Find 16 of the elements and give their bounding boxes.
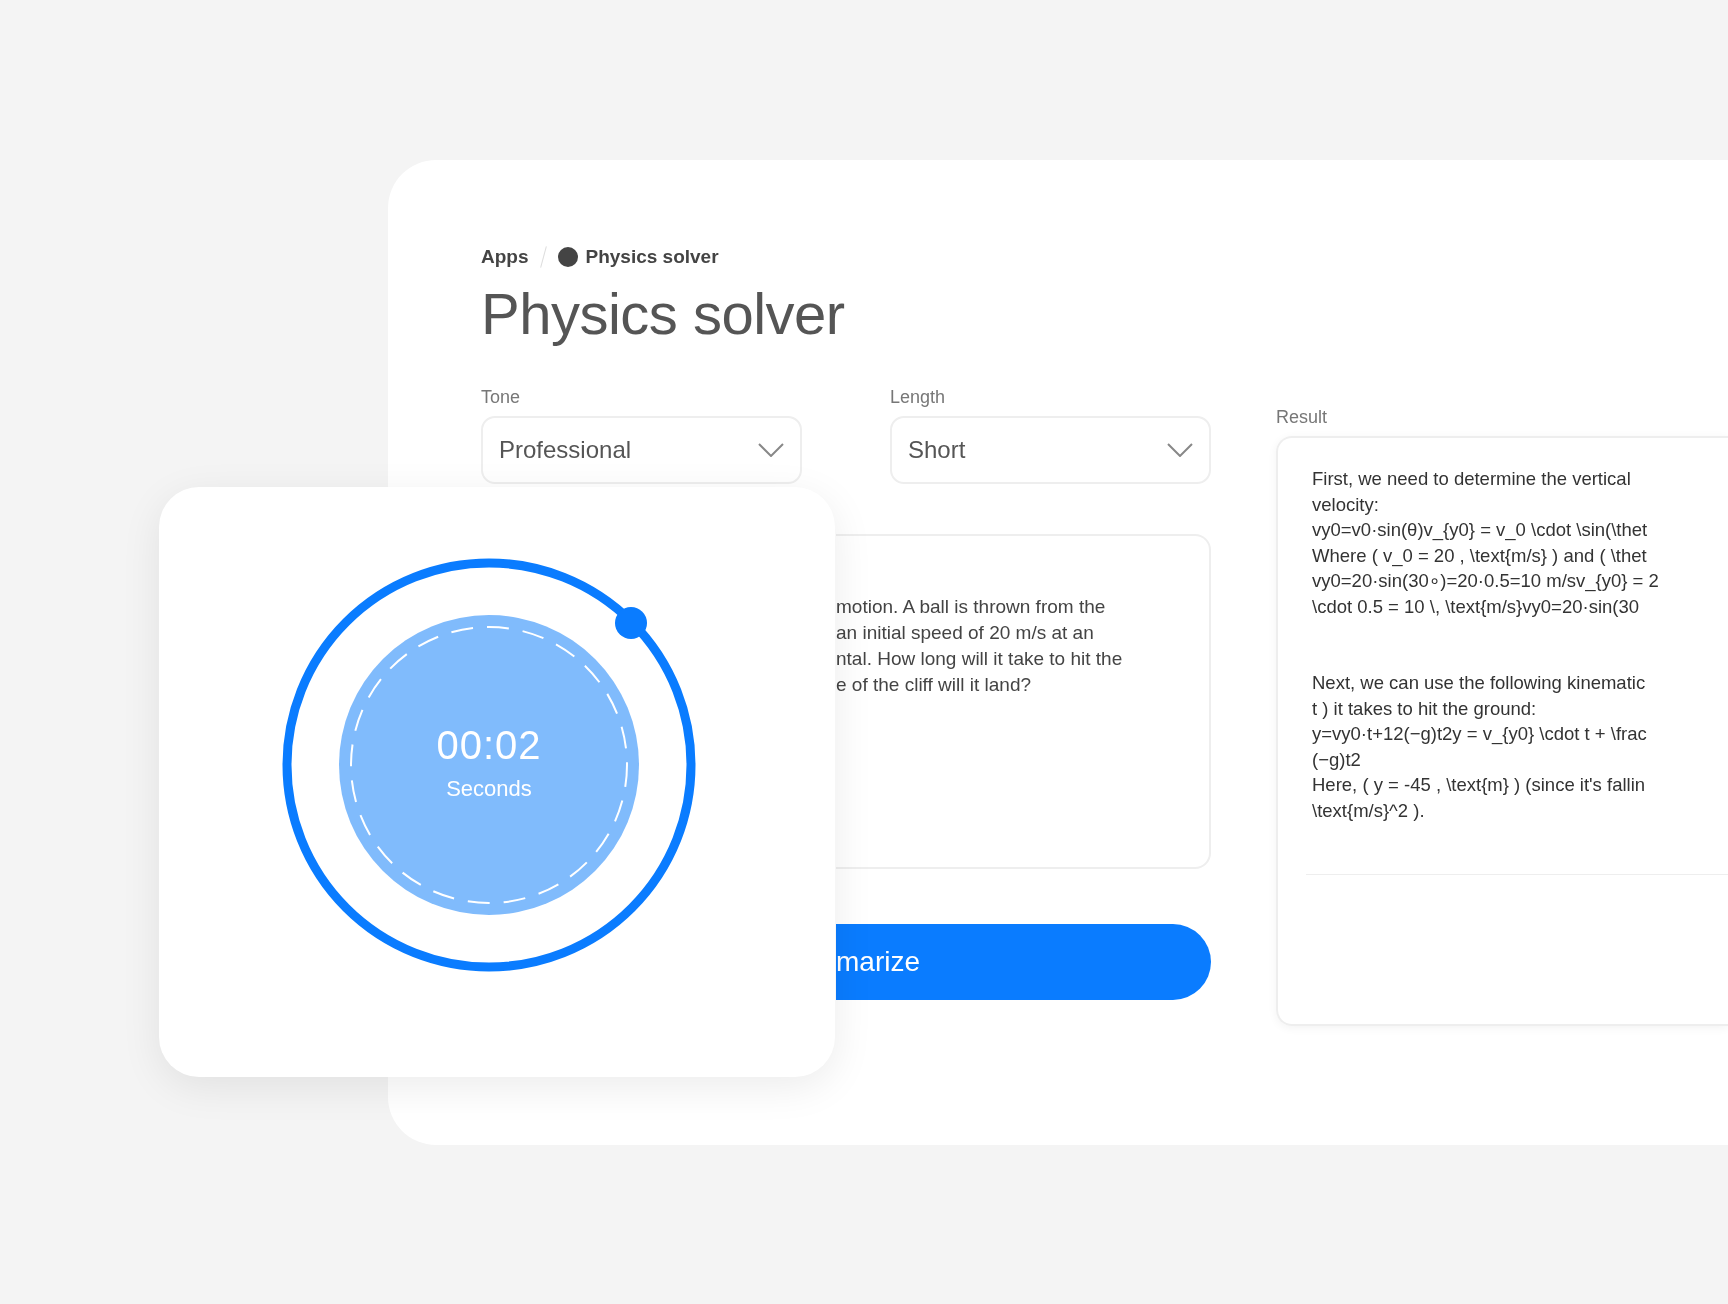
dropdown[interactable]: Short	[890, 416, 1211, 484]
summarize-button[interactable]: marize	[836, 924, 1211, 1000]
breadcrumb-link[interactable]: Apps	[481, 246, 529, 268]
timer-time: 00:02	[436, 723, 542, 768]
chevron-down-icon	[1167, 443, 1193, 457]
result-paragraph: Next, we can use the following kinematic t ) it takes to hit the ground: y=vy0·t+12(−g)t2y = v_{y0} \cdot t + \frac (−g)t2 Here, ( y = -45 , \text{m} ) (since it's fallin \text{m/s}^2 ).	[1312, 671, 1648, 823]
result-paragraph: First, we need to determine the vertical velocity: vy0=v0·sin(θ)v_{y0} = v_0 \cdot \sin(\thet Where ( v_0 = 20 , \text{m/s} ) and ( \thet vy0=20·sin(30∘)=20·0.5=10 m/sv_{y0} = 2 \cdot 0.5 = 10 \, \text{m/s}vy0=20·sin(30	[1312, 467, 1660, 619]
result-label: Result	[1276, 407, 1329, 428]
field-label: Tone	[481, 387, 522, 408]
app-icon	[557, 247, 578, 267]
field-label: Length	[890, 387, 947, 408]
chevron-down-icon	[758, 443, 784, 457]
dropdown[interactable]: Professional	[481, 416, 802, 484]
timer-unit: Seconds	[446, 776, 532, 802]
breadcrumb-link[interactable]: Physics solver	[585, 246, 719, 268]
page-title: Physics solver	[481, 280, 846, 347]
